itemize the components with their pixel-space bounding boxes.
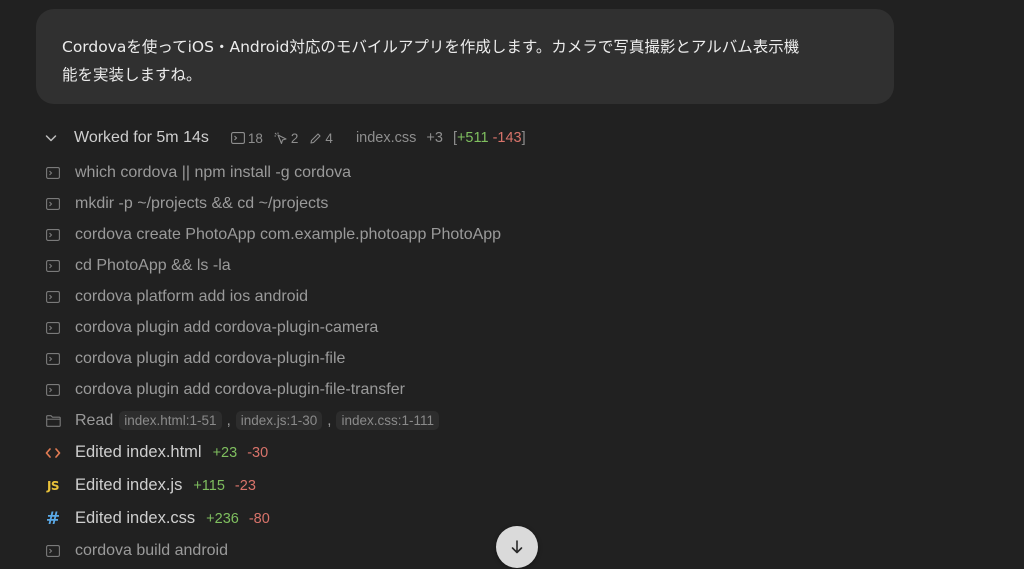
pencil-icon xyxy=(310,132,321,144)
activity-list: which cordova || npm install -g cordova … xyxy=(44,157,501,566)
edited-file-row[interactable]: JS Edited index.js +115 -23 xyxy=(44,469,501,502)
command-text: which cordova || npm install -g cordova xyxy=(75,163,351,181)
changed-file-name: index.css xyxy=(355,130,417,146)
file-chip-html[interactable]: index.html:1-51 xyxy=(119,411,222,430)
command-text: cordova plugin add cordova-plugin-camera xyxy=(75,318,379,336)
scroll-to-bottom-button[interactable] xyxy=(496,526,538,568)
command-text: mkdir -p ~/projects && cd ~/projects xyxy=(75,194,329,212)
edited-label: Edited index.css xyxy=(75,509,196,527)
js-icon: JS xyxy=(46,478,60,493)
command-row[interactable]: cordova platform add ios android xyxy=(44,281,501,312)
edit-count-stat: 4 xyxy=(309,131,333,146)
edited-file-row[interactable]: # Edited index.css +236 -80 xyxy=(44,502,501,535)
terminal-icon xyxy=(44,195,62,213)
terminal-icon xyxy=(44,226,62,244)
edit-deletions: -80 xyxy=(248,510,270,527)
command-text: cordova plugin add cordova-plugin-file xyxy=(75,349,346,367)
folder-icon xyxy=(44,412,62,430)
worked-duration-title: Worked for 5m 14s xyxy=(74,129,209,146)
command-text: cordova build android xyxy=(75,541,228,559)
command-row[interactable]: cordova plugin add cordova-plugin-file xyxy=(44,343,501,374)
html-code-icon xyxy=(44,444,62,462)
command-text: cordova plugin add cordova-plugin-file-t… xyxy=(75,380,405,398)
diff-summary: [+511 -143] xyxy=(453,130,526,146)
diff-deletions: -143 xyxy=(492,130,522,146)
edit-additions: +115 xyxy=(193,477,225,494)
edit-additions: +23 xyxy=(212,444,238,461)
cursor-click-icon xyxy=(274,132,287,144)
chevron-down-icon xyxy=(44,131,58,145)
command-row[interactable]: which cordova || npm install -g cordova xyxy=(44,157,501,188)
command-row[interactable]: mkdir -p ~/projects && cd ~/projects xyxy=(44,188,501,219)
command-row[interactable]: cordova create PhotoApp com.example.phot… xyxy=(44,219,501,250)
css-hash-icon: # xyxy=(45,508,61,529)
read-files-row[interactable]: Read index.html:1-51 , index.js:1-30 , i… xyxy=(44,405,501,436)
edited-file-row[interactable]: Edited index.html +23 -30 xyxy=(44,436,501,469)
diff-bracket-close: ] xyxy=(521,130,526,146)
edited-label: Edited index.html xyxy=(75,443,202,461)
command-text: cd PhotoApp && ls -la xyxy=(75,256,231,274)
worked-summary-toggle[interactable]: Worked for 5m 14s 18 2 4 index.css +3 [+… xyxy=(44,126,526,150)
command-row[interactable]: cordova plugin add cordova-plugin-camera xyxy=(44,312,501,343)
user-message-line-2: 能を実装しますね。 xyxy=(62,66,202,84)
click-count: 2 xyxy=(290,130,299,146)
terminal-icon xyxy=(44,350,62,368)
file-chip-css[interactable]: index.css:1-111 xyxy=(336,411,440,430)
edit-deletions: -30 xyxy=(247,444,269,461)
edited-label: Edited index.js xyxy=(75,476,183,494)
changed-file-more: +3 xyxy=(426,130,443,146)
user-message-line-1: Cordovaを使ってiOS・Android対応のモバイルアプリを作成します。カ… xyxy=(62,38,800,56)
terminal-count: 18 xyxy=(247,130,263,146)
chip-separator: , xyxy=(327,412,332,429)
read-label: Read xyxy=(75,411,114,429)
terminal-icon xyxy=(44,381,62,399)
edit-count: 4 xyxy=(325,130,333,146)
arrow-down-icon xyxy=(511,540,523,554)
chat-page: Cordovaを使ってiOS・Android対応のモバイルアプリを作成します。カ… xyxy=(0,0,1024,569)
edit-additions: +236 xyxy=(206,510,239,527)
diff-additions: +511 xyxy=(456,130,489,146)
terminal-icon xyxy=(44,288,62,306)
terminal-icon xyxy=(44,164,62,182)
user-message-bubble: Cordovaを使ってiOS・Android対応のモバイルアプリを作成します。カ… xyxy=(36,9,894,104)
chip-separator: , xyxy=(226,412,231,429)
command-row[interactable]: cd PhotoApp && ls -la xyxy=(44,250,501,281)
terminal-icon xyxy=(230,132,245,144)
click-count-stat: 2 xyxy=(274,130,299,146)
file-chip-js[interactable]: index.js:1-30 xyxy=(235,411,323,430)
terminal-icon xyxy=(44,542,62,560)
command-row[interactable]: cordova build android xyxy=(44,535,501,566)
edit-deletions: -23 xyxy=(234,477,256,494)
terminal-icon xyxy=(44,257,62,275)
terminal-icon xyxy=(44,319,62,337)
command-text: cordova create PhotoApp com.example.phot… xyxy=(75,225,502,243)
terminal-count-stat: 18 xyxy=(230,130,263,146)
command-text: cordova platform add ios android xyxy=(75,287,309,305)
command-row[interactable]: cordova plugin add cordova-plugin-file-t… xyxy=(44,374,501,405)
